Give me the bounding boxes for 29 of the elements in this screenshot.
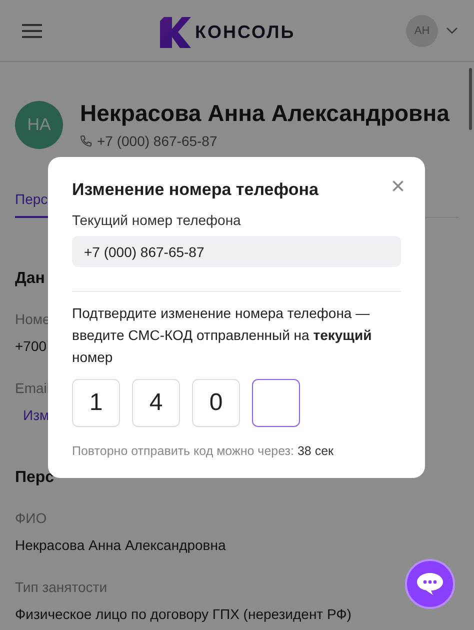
resend-timer-text: Повторно отправить код можно через: 38 сек bbox=[72, 444, 335, 458]
change-link[interactable]: Изм bbox=[15, 402, 50, 429]
field-label: ФИО bbox=[15, 509, 47, 528]
field-value: +700 bbox=[15, 337, 47, 356]
field-label: Текущий номер телефона bbox=[72, 212, 242, 228]
menu-icon[interactable] bbox=[22, 24, 42, 38]
profile-name: Некрасова Анна Александровна bbox=[80, 100, 450, 127]
section-heading: Дан bbox=[15, 269, 45, 289]
instruction-text: Подтвердите изменение номера телефона — введите СМС-КОД отправленный на текущий номер bbox=[72, 304, 373, 367]
field-value: Некрасова Анна Александровна bbox=[15, 536, 226, 555]
close-button[interactable]: × bbox=[390, 177, 405, 197]
phone-field[interactable]: +7 (000) 867-65-87 bbox=[72, 236, 401, 267]
phone-icon bbox=[80, 135, 92, 147]
logo-icon bbox=[160, 17, 191, 48]
dialog-title: Изменение номера телефона bbox=[72, 180, 318, 200]
scrollbar[interactable] bbox=[469, 68, 472, 130]
code-digit-field[interactable]: 0 bbox=[192, 379, 240, 427]
code-digit-field[interactable] bbox=[252, 379, 300, 427]
section-heading: Перс bbox=[15, 468, 54, 488]
profile-avatar: НА bbox=[15, 100, 63, 148]
profile-phone: +7 (000) 867-65-87 bbox=[97, 133, 218, 149]
chat-bubble-icon bbox=[416, 572, 444, 596]
chat-button[interactable] bbox=[405, 559, 455, 609]
chevron-down-icon[interactable] bbox=[446, 27, 458, 34]
code-digit-field[interactable]: 1 bbox=[72, 379, 120, 427]
logo-text: КОНСОЛЬ bbox=[195, 22, 296, 43]
field-label: Тип занятости bbox=[15, 578, 108, 597]
field-value: Физическое лицо по договору ГПХ (нерезидент РФ) bbox=[15, 605, 352, 624]
code-digit-field[interactable]: 4 bbox=[132, 379, 180, 427]
